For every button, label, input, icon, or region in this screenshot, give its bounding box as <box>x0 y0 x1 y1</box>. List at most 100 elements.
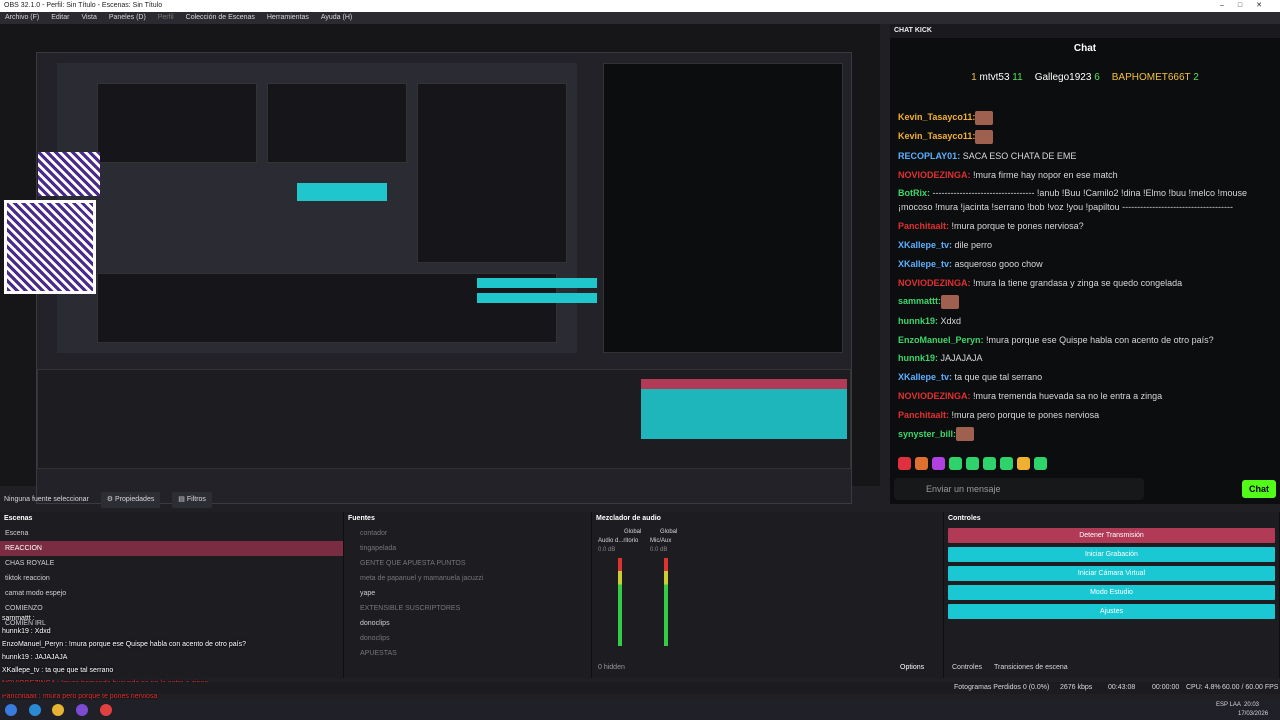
menu-edit[interactable]: Editar <box>51 14 69 21</box>
explorer-icon[interactable] <box>52 704 65 716</box>
obs-icon[interactable] <box>99 704 112 716</box>
taskbar: ESP LAA 20:03 17/03/2026 <box>0 700 1280 720</box>
chat-text: ta que que tal serrano <box>952 372 1043 383</box>
channel-1: Global Audio d...ritorio 0.0 dB <box>598 529 642 553</box>
chat-username[interactable]: synyster_bill: <box>898 429 956 439</box>
edge-icon[interactable] <box>28 704 41 716</box>
dock-title: CHAT KICK <box>890 24 1280 38</box>
clock-date: 17/03/2026 <box>1238 711 1269 717</box>
chat-message: XKallepe_tv: ta que que tal serrano <box>898 370 1270 384</box>
bitrate: 2676 kbps <box>1060 684 1093 691</box>
menu-file[interactable]: Archivo (F) <box>5 14 39 21</box>
scene-item[interactable]: tiktok reaccion <box>0 571 343 586</box>
window-controls[interactable]: –□✕ <box>1220 0 1276 12</box>
chat-text: !mura la tiene grandasa y zinga se quedo… <box>970 277 1183 288</box>
chat-message: NOVIODEZINGA: !mura la tiene grandasa y … <box>898 276 1270 290</box>
emote-bar[interactable] <box>898 457 1047 470</box>
menu-view[interactable]: Vista <box>81 14 96 21</box>
menu-tools[interactable]: Herramientas <box>267 14 309 21</box>
emote-icon <box>941 295 960 310</box>
studio-mode-button[interactable]: Modo Estudio <box>948 585 1275 600</box>
yape-qr-code <box>4 200 96 294</box>
start-recording-button[interactable]: Iniciar Grabación <box>948 547 1275 562</box>
start-icon[interactable] <box>5 704 17 716</box>
menu-docks[interactable]: Paneles (D) <box>109 14 146 21</box>
chat-username[interactable]: Panchitaalt: <box>898 410 949 420</box>
chat-username[interactable]: XKallepe_tv: <box>898 259 952 269</box>
chat-text: SACA ESO CHATA DE EME <box>960 150 1077 161</box>
scene-item[interactable]: Escena <box>0 526 343 541</box>
menu-scene-collection[interactable]: Colección de Escenas <box>186 14 255 21</box>
chat-username[interactable]: XKallepe_tv: <box>898 372 952 382</box>
tab-transitions[interactable]: Transiciones de escena <box>994 664 1068 671</box>
chat-username[interactable]: NOVIODEZINGA: <box>898 391 971 401</box>
app-icon[interactable] <box>76 704 89 716</box>
chat-username[interactable]: NOVIODEZINGA: <box>898 170 971 180</box>
chat-username[interactable]: BotRix: <box>898 188 930 198</box>
chat-text: !mura tremenda huevada sa no le entra a … <box>970 391 1163 402</box>
settings-button[interactable]: Ajustes <box>948 604 1275 619</box>
overlay-chat-line: hunnk19 : JAJAJAJA <box>2 654 68 661</box>
source-item[interactable]: yape <box>344 586 591 601</box>
chat-message: NOVIODEZINGA: !mura tremenda huevada sa … <box>898 389 1270 403</box>
overlay-chat-line: EnzoManuel_Peryn : !mura porque ese Quis… <box>2 641 246 648</box>
chat-username[interactable]: hunnk19: <box>898 316 938 326</box>
chat-title: Chat <box>1073 43 1097 54</box>
source-toolbar: Ninguna fuente seleccionar ⚙ Propiedades… <box>0 492 880 508</box>
audio-meter <box>618 558 622 646</box>
chat-username[interactable]: Kevin_Tasayco11: <box>898 112 975 122</box>
nested-preview-screen <box>57 63 597 353</box>
no-source-label: Ninguna fuente seleccionar <box>4 496 89 503</box>
source-item[interactable]: APUESTAS <box>344 646 591 661</box>
rec-time: 00:00:00 <box>1152 684 1180 691</box>
chat-input[interactable]: Enviar un mensaje <box>894 478 1144 500</box>
menu-help[interactable]: Ayuda (H) <box>321 14 352 21</box>
recursive-preview <box>36 52 852 504</box>
cpu-usage: CPU: 4.8% <box>1186 684 1221 691</box>
source-item[interactable]: donoclips <box>344 631 591 646</box>
chat-message: EnzoManuel_Peryn: !mura porque ese Quisp… <box>898 333 1270 347</box>
chat-username[interactable]: XKallepe_tv: <box>898 240 952 250</box>
scene-item[interactable]: REACCION <box>0 541 343 556</box>
chat-message: BotRix: --------------------------------… <box>898 186 1270 214</box>
leader-1: 1 mtvt53 11 <box>971 71 1023 83</box>
source-item[interactable]: meta de papanuel y mamanuela jacuzzi <box>344 571 591 586</box>
chat-send-button[interactable]: Chat <box>1242 480 1276 498</box>
mixer-options[interactable]: Options <box>900 664 924 671</box>
chat-username[interactable]: sammattt: <box>898 296 941 306</box>
chat-username[interactable]: hunnk19: <box>898 353 938 363</box>
stream-preview[interactable] <box>0 24 880 504</box>
emote-icon <box>975 130 994 145</box>
properties-button[interactable]: ⚙ Propiedades <box>100 492 161 508</box>
audio-mixer-dock: Mezclador de audio Global Audio d...rito… <box>592 512 944 678</box>
chat-username[interactable]: Panchitaalt: <box>898 221 949 231</box>
source-item[interactable]: contador <box>344 526 591 541</box>
stop-stream-button[interactable]: Detener Transmisión <box>948 528 1275 543</box>
source-item[interactable]: EXTENSIBLE SUSCRIPTORES <box>344 601 591 616</box>
filters-button[interactable]: ▤ Filtros <box>172 492 212 508</box>
chat-username[interactable]: RECOPLAY01: <box>898 151 960 161</box>
source-item[interactable]: tingapelada <box>344 541 591 556</box>
scene-item[interactable]: CHAS ROYALE <box>0 556 343 571</box>
chat-message: Panchitaalt: !mura porque te pones nervi… <box>898 219 1270 233</box>
scene-item[interactable]: camat modo espejo <box>0 586 343 601</box>
chat-message: synyster_bill: <box>898 427 1270 442</box>
source-item[interactable]: donoclips <box>344 616 591 631</box>
small-qr-code <box>38 152 100 196</box>
chat-username[interactable]: NOVIODEZINGA: <box>898 278 971 288</box>
chat-username[interactable]: EnzoManuel_Peryn: <box>898 335 984 345</box>
chat-message: sammattt: <box>898 294 1270 310</box>
emote-icon <box>956 427 975 442</box>
tab-controls[interactable]: Controles <box>952 664 982 671</box>
chat-message: Kevin_Tasayco11: <box>898 110 1270 125</box>
chat-messages: Kevin_Tasayco11: Kevin_Tasayco11: RECOPLAY… <box>898 110 1270 450</box>
controls-dock: Controles Detener Transmisión Iniciar Gr… <box>944 512 1280 678</box>
chat-text: Xdxd <box>938 315 962 326</box>
channel-2: Global Mic/Aux 0.0 dB <box>650 529 678 553</box>
leader-2: Gallego1923 6 <box>1034 71 1100 83</box>
chat-message: Kevin_Tasayco11: <box>898 129 1270 145</box>
menu-profile[interactable]: Perfil <box>158 14 174 21</box>
source-item[interactable]: GENTE QUE APUESTA PUNTOS <box>344 556 591 571</box>
virtual-camera-button[interactable]: Iniciar Cámara Virtual <box>948 566 1275 581</box>
chat-username[interactable]: Kevin_Tasayco11: <box>898 131 975 141</box>
